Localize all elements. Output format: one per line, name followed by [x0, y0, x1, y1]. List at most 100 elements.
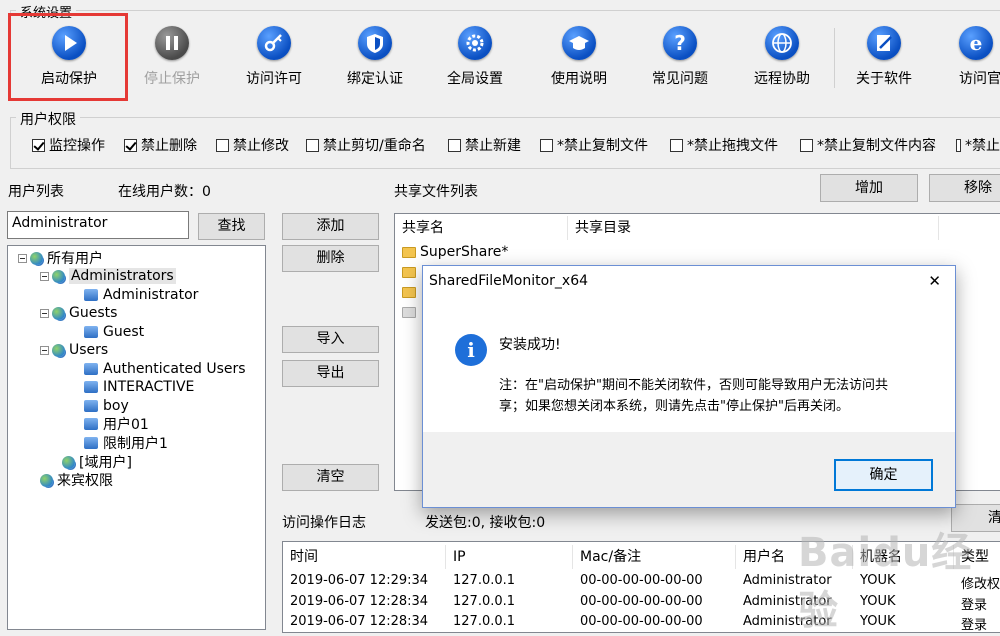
question-icon: ? [663, 26, 697, 60]
tree-node-domain-users[interactable]: [域用户] [62, 453, 132, 471]
tree-node-administrator[interactable]: Administrator [84, 286, 198, 304]
tree-node-boy[interactable]: boy [84, 397, 129, 415]
checkbox[interactable] [216, 138, 229, 152]
bind-auth-button[interactable]: 绑定认证 [327, 26, 423, 94]
instructions-button[interactable]: 使用说明 [531, 26, 627, 94]
tree-node-user01[interactable]: 用户01 [84, 415, 149, 433]
user-icon [84, 363, 98, 375]
stop-protection-button[interactable]: 停止保护 [124, 26, 220, 94]
tree-node-label: INTERACTIVE [103, 379, 195, 395]
instructions-label: 使用说明 [551, 71, 607, 87]
group-icon [40, 473, 53, 487]
clear-users-button[interactable]: 清空 [282, 464, 379, 491]
global-settings-button[interactable]: 全局设置 [427, 26, 523, 94]
checkbox[interactable] [448, 138, 461, 152]
dialog-titlebar[interactable]: SharedFileMonitor_x64 ✕ [423, 266, 955, 298]
tree-node-authenticated-users[interactable]: Authenticated Users [84, 360, 246, 378]
share-col-dir[interactable]: 共享目录 [569, 216, 939, 240]
group-icon [52, 269, 65, 283]
tree-node-label: Users [69, 342, 109, 358]
find-button[interactable]: 查找 [198, 213, 265, 240]
share-row[interactable] [402, 306, 420, 322]
pause-icon [155, 26, 189, 60]
delete-button[interactable]: 删除 [282, 245, 379, 272]
log-col-ip[interactable]: IP [447, 545, 573, 569]
checkbox-checked[interactable] [124, 138, 137, 152]
remote-assist-button[interactable]: 远程协助 [734, 26, 830, 94]
share-add-button[interactable]: 增加 [820, 174, 918, 202]
checkbox-checked[interactable] [32, 138, 45, 152]
tree-node-guest[interactable]: Guest [84, 323, 144, 341]
perm-label: *禁止复制文件 [557, 138, 648, 154]
collapse-icon[interactable] [40, 345, 49, 355]
perm-no-modify[interactable]: 禁止修改 [216, 136, 289, 154]
tree-node-administrators[interactable]: Administrators [40, 267, 176, 285]
log-cell-time: 2019-06-07 12:28:34 [290, 594, 429, 609]
perm-no-copy-content[interactable]: *禁止复制文件内容 [800, 136, 936, 154]
dialog-message-line2: 享；如果您想关闭本系统，则请先点击"停止保护"后再关闭。 [499, 399, 849, 414]
log-col-mac[interactable]: Mac/备注 [574, 545, 736, 569]
share-folder-icon [402, 267, 416, 278]
graduation-cap-icon [562, 26, 596, 60]
close-icon[interactable]: ✕ [928, 272, 941, 290]
export-button[interactable]: 导出 [282, 360, 379, 387]
share-row[interactable] [402, 266, 420, 282]
online-users-count: 在线用户数：0 [118, 184, 211, 200]
tree-node-restricted-user[interactable]: 限制用户1 [84, 434, 168, 452]
user-search-input[interactable]: Administrator [7, 211, 189, 239]
log-cell-ip: 127.0.0.1 [453, 573, 516, 588]
checkbox[interactable] [800, 138, 813, 152]
add-button[interactable]: 添加 [282, 213, 379, 240]
share-folder-icon [402, 246, 416, 258]
user-icon [84, 381, 98, 393]
checkbox[interactable] [306, 138, 319, 152]
user-list-label: 用户列表 [8, 184, 64, 200]
svg-text:e: e [970, 31, 983, 55]
perm-monitor[interactable]: 监控操作 [32, 136, 105, 154]
log-cell-ip: 127.0.0.1 [453, 594, 516, 609]
share-folder-icon [402, 307, 416, 318]
info-icon: i [455, 334, 487, 366]
ok-button[interactable]: 确定 [834, 459, 933, 491]
visit-website-label: 访问官 [959, 71, 1000, 87]
checkbox[interactable] [956, 138, 961, 152]
access-permission-button[interactable]: 访问许可 [226, 26, 322, 94]
perm-no-drag-file[interactable]: *禁止拖拽文件 [670, 136, 778, 154]
perm-no-create[interactable]: 禁止新建 [448, 136, 521, 154]
checkbox[interactable] [540, 138, 553, 152]
user-permissions-title: 用户权限 [16, 109, 80, 129]
visit-website-button[interactable]: e 访问官 [932, 26, 1000, 94]
faq-button[interactable]: ? 常见问题 [632, 26, 728, 94]
share-row[interactable] [402, 286, 420, 302]
perm-no-delete[interactable]: 禁止删除 [124, 136, 197, 154]
globe-icon [765, 26, 799, 60]
tree-node-users[interactable]: Users [40, 341, 108, 359]
log-cell-time: 2019-06-07 12:28:34 [290, 614, 429, 629]
perm-truncated[interactable]: *禁止 [956, 136, 1000, 154]
perm-no-copy-file[interactable]: *禁止复制文件 [540, 136, 648, 154]
ie-icon: e [959, 26, 993, 60]
share-row[interactable]: SuperShare* [402, 243, 508, 261]
tree-node-all-users[interactable]: 所有用户 [18, 249, 103, 267]
user-icon [84, 437, 98, 449]
collapse-icon[interactable] [18, 253, 27, 263]
perm-label: *禁止 [965, 138, 1000, 154]
about-label: 关于软件 [856, 71, 912, 87]
log-col-time[interactable]: 时间 [284, 545, 446, 569]
perm-label: *禁止复制文件内容 [817, 138, 936, 154]
gear-icon [458, 26, 492, 60]
share-col-name[interactable]: 共享名 [396, 216, 568, 240]
tree-node-guest-permissions[interactable]: 来宾权限 [40, 471, 113, 489]
collapse-icon[interactable] [40, 271, 49, 281]
about-button[interactable]: 关于软件 [836, 26, 932, 94]
import-button[interactable]: 导入 [282, 326, 379, 353]
tree-node-interactive[interactable]: INTERACTIVE [84, 378, 194, 396]
tree-node-label: Guests [69, 305, 118, 321]
checkbox[interactable] [670, 138, 683, 152]
perm-no-cut-rename[interactable]: 禁止剪切/重命名 [306, 136, 426, 154]
log-stats: 发送包:0, 接收包:0 [425, 515, 546, 531]
share-remove-button[interactable]: 移除 [929, 174, 1000, 202]
share-folder-icon [402, 287, 416, 298]
tree-node-guests[interactable]: Guests [40, 304, 117, 322]
collapse-icon[interactable] [40, 308, 49, 318]
